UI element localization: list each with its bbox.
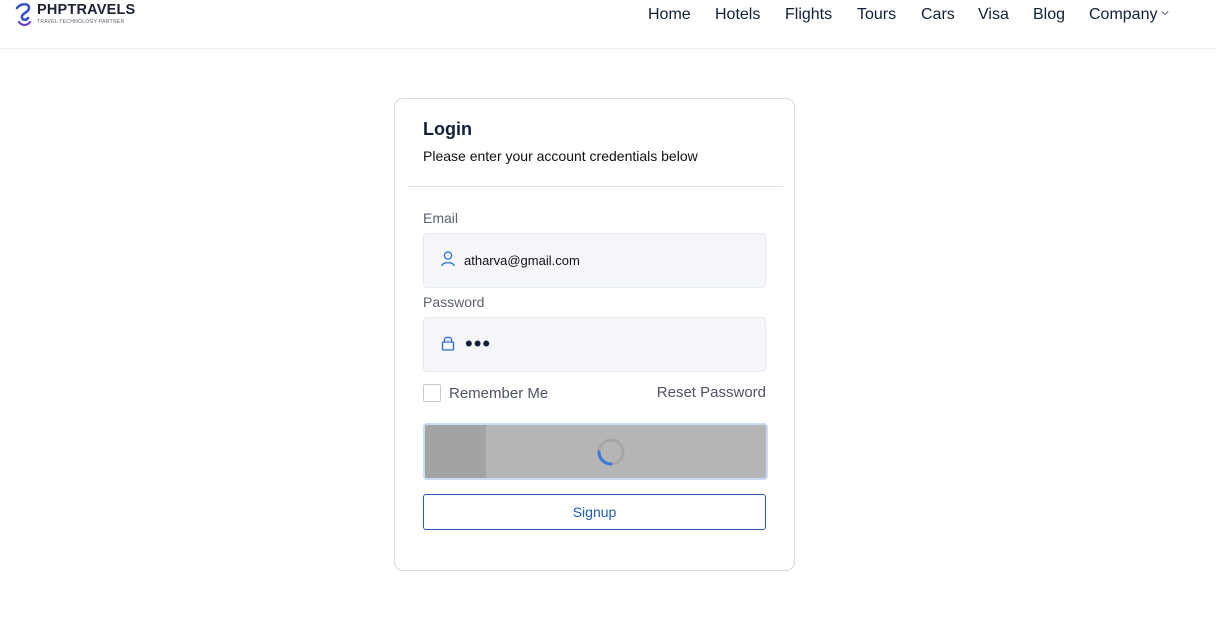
nav-company-label: Company [1089,6,1158,23]
nav-visa[interactable]: Visa [978,5,1009,25]
password-label: Password [423,294,485,310]
brand-name: PHPTRAVELS [37,2,136,18]
nav-home[interactable]: Home [648,5,691,25]
email-label: Email [423,210,459,226]
login-button[interactable] [423,423,768,480]
remember-me-toggle[interactable]: Remember Me [423,384,548,402]
nav-hotels[interactable]: Hotels [715,5,760,25]
signup-button[interactable]: Signup [423,494,766,530]
chevron-down-icon [1161,11,1170,16]
reset-password-link[interactable]: Reset Password [657,384,766,401]
password-input[interactable]: ••• [465,332,491,356]
page-title: Login [423,119,472,139]
brand-tagline: TRAVEL TECHNOLOGY PARTNER [37,18,125,25]
top-navbar: PHPTRAVELS TRAVEL TECHNOLOGY PARTNER Hom… [0,0,1216,49]
lock-icon [441,336,455,351]
nav-company[interactable]: Company [1089,5,1170,25]
login-subtitle: Please enter your account credentials be… [423,148,698,164]
remember-me-checkbox[interactable] [423,384,441,402]
user-icon [441,251,455,267]
login-button-progress [425,425,486,478]
login-card: Login Please enter your account credenti… [394,98,795,571]
brand-logo[interactable]: PHPTRAVELS TRAVEL TECHNOLOGY PARTNER [14,2,135,28]
card-divider [407,186,783,187]
email-field[interactable] [423,233,766,288]
nav-flights[interactable]: Flights [785,5,832,25]
nav-blog[interactable]: Blog [1033,5,1065,25]
remember-me-label: Remember Me [449,384,549,402]
phptravels-logo-icon [15,2,32,27]
password-field[interactable]: ••• [423,317,766,372]
spinner-icon [597,438,625,466]
nav-tours[interactable]: Tours [857,5,896,25]
email-input[interactable] [464,234,754,287]
nav-cars[interactable]: Cars [921,5,955,25]
